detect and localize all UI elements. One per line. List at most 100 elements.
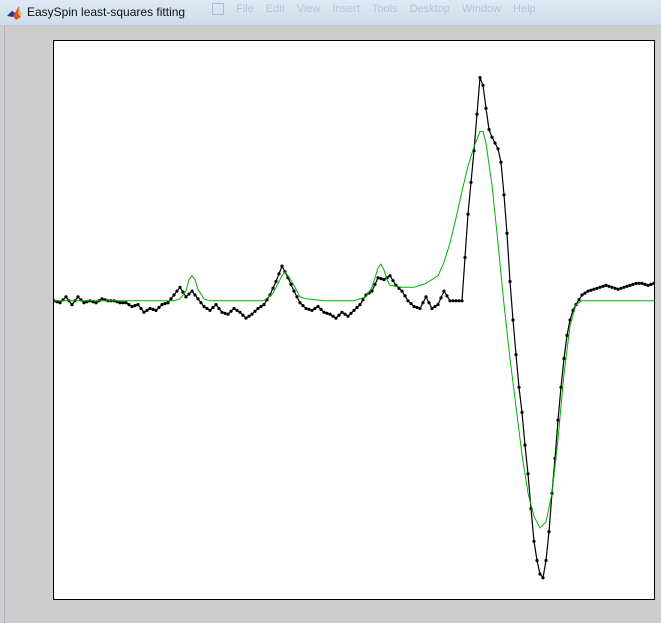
experimental-data-point [439,296,443,300]
experimental-data-point [175,289,179,293]
background-menu-item: Edit [265,3,285,15]
experimental-data-point [379,277,383,281]
experimental-data-point [358,303,362,307]
experimental-data-point [511,318,515,322]
background-menu-item: View [296,3,321,15]
experimental-data-point [151,307,155,311]
experimental-data-point [565,333,569,337]
spectrum-plot [54,76,654,580]
experimental-data-point [577,298,581,302]
experimental-data-point [127,303,131,307]
experimental-data-point [142,310,146,314]
experimental-data-point [250,312,254,316]
experimental-data-point [631,282,635,286]
experimental-data-point [547,530,551,534]
experimental-data-point [586,289,590,293]
experimental-data-point [277,272,281,276]
experimental-data-point [100,297,104,301]
experimental-data-point [247,314,251,318]
experimental-data-point [640,281,644,285]
experimental-data-point [238,310,242,314]
window-icon [212,3,224,15]
experimental-data-point [538,572,542,576]
experimental-data-point [466,212,470,216]
experimental-data-point [508,279,512,284]
experimental-data-point [469,180,473,184]
experimental-data-point [343,312,347,316]
experimental-data-point [130,304,134,309]
experimental-data-point [184,295,188,299]
experimental-data-point [457,299,461,303]
experimental-data-point [241,313,245,317]
experimental-data-point [544,558,548,563]
experimental-data-point [391,279,395,283]
background-menu-item: Tools [371,3,398,15]
experimental-data-point [532,539,536,543]
experimental-data-point [121,301,125,305]
experimental-data-point [622,285,626,289]
experimental-data-point [334,316,338,320]
experimental-data-point [562,356,566,361]
experimental-data-point [355,305,359,310]
experimental-data-point [229,309,233,313]
experimental-data-point [583,291,587,295]
experimental-data-point [445,294,449,298]
experimental-data-point [535,558,539,563]
experimental-data-point [646,283,650,287]
experimental-data-point [637,281,641,285]
experimental-data-point [613,286,617,290]
experimental-data-point [403,294,407,298]
experimental-data-point [499,160,503,164]
experimental-data-point [319,307,323,311]
experimental-data-point [451,299,455,303]
experimental-data-point [199,301,203,305]
window-title: EasySpin least-squares fitting [27,5,186,19]
background-menu-item: Desktop [409,3,450,15]
experimental-data-point [412,304,416,309]
experimental-data-point [448,299,452,303]
experimental-data-point [595,286,599,290]
experimental-data-point [382,278,386,282]
fit-series-line [54,130,654,529]
experimental-data-point [208,308,212,312]
plot-axes[interactable] [53,40,655,600]
experimental-data-point [463,255,467,260]
experimental-data-point [145,308,149,312]
background-menu-item: Window [461,3,502,15]
background-menu-item: File [236,3,254,15]
experimental-data-point [502,193,506,197]
experimental-data-point [163,302,167,306]
experimental-data-point [487,127,491,132]
experimental-data-point [310,308,314,312]
experimental-data-point [514,353,518,357]
experimental-data-point [307,307,311,311]
experimental-data-point [604,283,608,287]
experimental-data-point [328,312,332,316]
experimental-data-point [271,286,275,290]
experimental-data-point [133,304,137,308]
experimental-data-point [610,285,614,289]
experimental-data-point [223,311,227,315]
window-titlebar[interactable]: EasySpin least-squares fitting File Edit V… [0,0,661,26]
experimental-data-point [616,287,620,291]
experimental-data-point [628,283,632,287]
experimental-data-point [496,147,500,151]
experimental-data-point [292,289,296,293]
experimental-data-point [178,285,182,289]
experimental-data-point [295,295,299,299]
experimental-data-point [484,106,488,110]
experimental-data-point [436,303,440,307]
experimental-data-point [346,314,350,318]
experimental-data-point [478,76,482,80]
experimental-data-point [226,312,230,316]
experimental-data-point [220,310,224,314]
experimental-data-point [139,306,143,311]
experimental-data-point [187,292,191,296]
experimental-data-point [415,305,419,310]
experimental-data-point [373,282,377,286]
experimental-data-point [442,289,446,293]
experimental-data-point [481,83,485,87]
experimental-data-point [337,313,341,317]
experimental-data-point [325,311,329,315]
experimental-data-point [493,141,497,145]
